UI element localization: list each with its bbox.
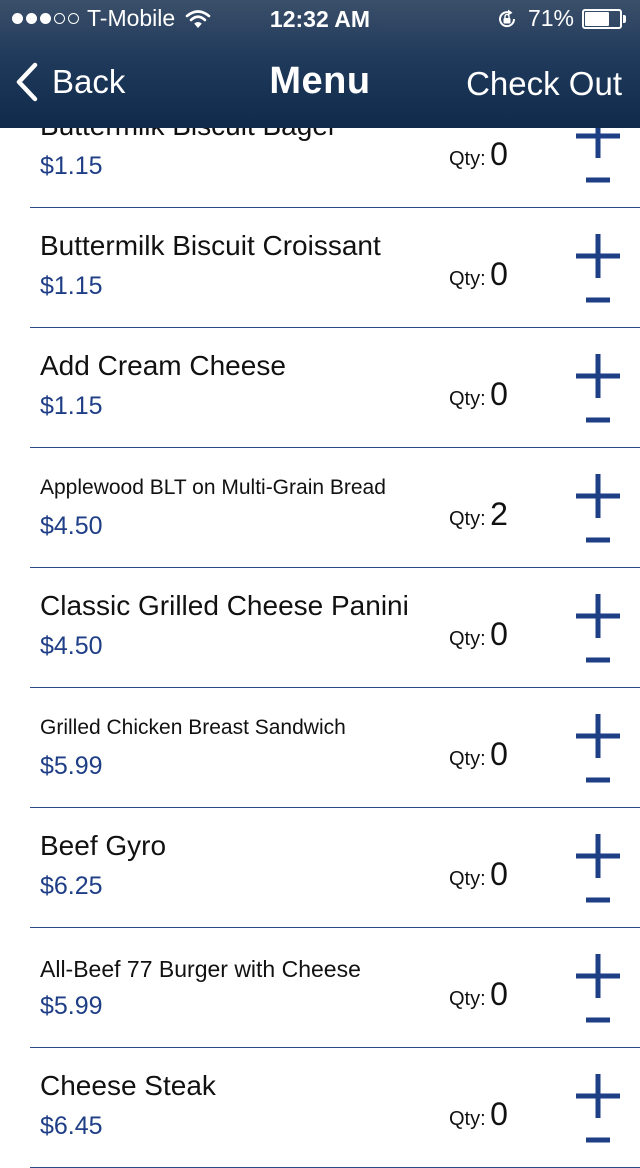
navigation-bar: Back Menu Check Out bbox=[0, 40, 640, 128]
quantity-label: Qty: bbox=[449, 148, 486, 170]
decrease-quantity-button[interactable] bbox=[586, 1128, 610, 1152]
quantity-value: 2 bbox=[490, 496, 508, 532]
item-price: $1.15 bbox=[40, 272, 103, 300]
item-name: All-Beef 77 Burger with Cheese bbox=[40, 956, 361, 982]
quantity-display: Qty: 0 bbox=[449, 856, 508, 893]
quantity-value: 0 bbox=[490, 976, 508, 1012]
quantity-value: 0 bbox=[490, 376, 508, 412]
increase-quantity-button[interactable] bbox=[576, 834, 620, 878]
quantity-label: Qty: bbox=[449, 628, 486, 650]
decrease-quantity-button[interactable] bbox=[586, 528, 610, 552]
quantity-label: Qty: bbox=[449, 508, 486, 530]
quantity-label: Qty: bbox=[449, 268, 486, 290]
decrease-quantity-button[interactable] bbox=[586, 768, 610, 792]
item-name: Buttermilk Biscuit Croissant bbox=[40, 230, 381, 261]
quantity-display: Qty: 0 bbox=[449, 136, 508, 173]
increase-quantity-button[interactable] bbox=[576, 474, 620, 518]
quantity-value: 0 bbox=[490, 136, 508, 172]
item-price: $1.15 bbox=[40, 392, 103, 420]
menu-item: Applewood BLT on Multi-Grain Bread $4.50… bbox=[0, 448, 640, 568]
item-name: Classic Grilled Cheese Panini bbox=[40, 590, 409, 621]
back-button[interactable]: Back bbox=[14, 62, 125, 102]
increase-quantity-button[interactable] bbox=[576, 1074, 620, 1118]
menu-item: Grilled Chicken Breast Sandwich $5.99 Qt… bbox=[0, 688, 640, 808]
item-price: $1.15 bbox=[40, 152, 103, 180]
quantity-display: Qty: 2 bbox=[449, 496, 508, 533]
menu-item: All-Beef 77 Burger with Cheese $5.99 Qty… bbox=[0, 928, 640, 1048]
item-name: Beef Gyro bbox=[40, 830, 167, 861]
decrease-quantity-button[interactable] bbox=[586, 888, 610, 912]
item-name: Applewood BLT on Multi-Grain Bread bbox=[40, 476, 386, 499]
chevron-left-icon bbox=[16, 62, 38, 102]
decrease-quantity-button[interactable] bbox=[586, 168, 610, 192]
status-bar: T-Mobile 12:32 AM 71% bbox=[0, 0, 640, 40]
menu-item: Add Cream Cheese $1.15 Qty: 0 bbox=[0, 328, 640, 448]
back-button-label: Back bbox=[52, 63, 126, 100]
battery-tip bbox=[623, 14, 626, 23]
increase-quantity-button[interactable] bbox=[576, 714, 620, 758]
menu-item: Buttermilk Biscuit Croissant $1.15 Qty: … bbox=[0, 208, 640, 328]
menu-item: Beef Gyro $6.25 Qty: 0 bbox=[0, 808, 640, 928]
quantity-label: Qty: bbox=[449, 1108, 486, 1130]
quantity-display: Qty: 0 bbox=[449, 976, 508, 1013]
decrease-quantity-button[interactable] bbox=[586, 1008, 610, 1032]
rotation-lock-icon bbox=[499, 9, 515, 27]
battery-percentage: 71% bbox=[527, 5, 574, 31]
quantity-value: 0 bbox=[490, 856, 508, 892]
item-name: Cheese Steak bbox=[40, 1070, 216, 1101]
quantity-value: 0 bbox=[490, 616, 508, 652]
quantity-value: 0 bbox=[490, 256, 508, 292]
quantity-display: Qty: 0 bbox=[449, 256, 508, 293]
increase-quantity-button[interactable] bbox=[576, 594, 620, 638]
quantity-label: Qty: bbox=[449, 868, 486, 890]
quantity-display: Qty: 0 bbox=[449, 736, 508, 773]
quantity-display: Qty: 0 bbox=[449, 376, 508, 413]
item-price: $5.99 bbox=[40, 752, 103, 780]
quantity-display: Qty: 0 bbox=[449, 616, 508, 653]
menu-item: Cheese Steak $6.45 Qty: 0 bbox=[0, 1048, 640, 1168]
quantity-display: Qty: 0 bbox=[449, 1096, 508, 1133]
decrease-quantity-button[interactable] bbox=[586, 408, 610, 432]
header: T-Mobile 12:32 AM 71% Back Menu Check Ou… bbox=[0, 0, 640, 128]
menu-list: Buttermilk Biscuit Bagel $1.15 Qty: 0 Bu… bbox=[0, 88, 640, 1168]
item-name: Grilled Chicken Breast Sandwich bbox=[40, 716, 346, 739]
quantity-label: Qty: bbox=[449, 988, 486, 1010]
increase-quantity-button[interactable] bbox=[576, 234, 620, 278]
quantity-value: 0 bbox=[490, 1096, 508, 1132]
increase-quantity-button[interactable] bbox=[576, 954, 620, 998]
increase-quantity-button[interactable] bbox=[576, 354, 620, 398]
item-name: Add Cream Cheese bbox=[40, 350, 286, 381]
quantity-label: Qty: bbox=[449, 748, 486, 770]
quantity-label: Qty: bbox=[449, 388, 486, 410]
decrease-quantity-button[interactable] bbox=[586, 648, 610, 672]
battery-fill bbox=[585, 11, 609, 26]
item-price: $4.50 bbox=[40, 512, 103, 540]
menu-item: Classic Grilled Cheese Panini $4.50 Qty:… bbox=[0, 568, 640, 688]
quantity-value: 0 bbox=[490, 736, 508, 772]
check-out-button[interactable]: Check Out bbox=[466, 65, 622, 103]
status-bar-right: 71% bbox=[496, 5, 628, 32]
battery-icon bbox=[582, 8, 628, 29]
item-price: $4.50 bbox=[40, 632, 103, 660]
item-price: $6.45 bbox=[40, 1112, 103, 1140]
item-price: $6.25 bbox=[40, 872, 103, 900]
decrease-quantity-button[interactable] bbox=[586, 288, 610, 312]
item-price: $5.99 bbox=[40, 992, 103, 1020]
